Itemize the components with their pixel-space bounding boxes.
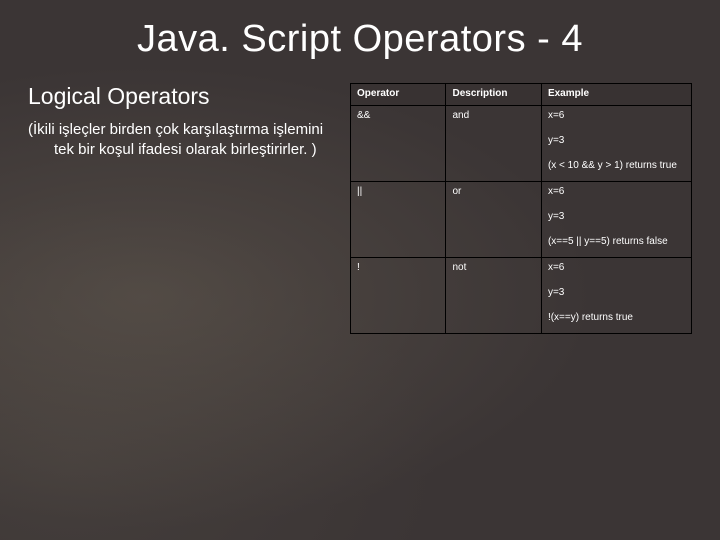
cell-description: or [446,182,541,258]
header-operator: Operator [351,84,446,106]
content-columns: Logical Operators (İkili işleçler birden… [28,79,692,334]
cell-example: x=6 y=3 (x < 10 && y > 1) returns true [541,106,691,182]
example-result: (x==5 || y==5) returns false [548,236,685,247]
table-row: || or x=6 y=3 (x==5 || y==5) returns fal… [351,182,692,258]
cell-description: not [446,258,541,334]
cell-operator: && [351,106,446,182]
example-line: y=3 [548,135,685,146]
cell-description: and [446,106,541,182]
example-line: x=6 [548,186,685,197]
header-description: Description [446,84,541,106]
operators-table: Operator Description Example && and x=6 … [350,83,692,334]
cell-example: x=6 y=3 (x==5 || y==5) returns false [541,182,691,258]
example-line: y=3 [548,211,685,222]
right-column: Operator Description Example && and x=6 … [350,79,692,334]
example-line: x=6 [548,110,685,121]
left-column: Logical Operators (İkili işleçler birden… [28,79,338,161]
example-line: x=6 [548,262,685,273]
example-result: (x < 10 && y > 1) returns true [548,160,685,171]
table-row: ! not x=6 y=3 !(x==y) returns true [351,258,692,334]
example-result: !(x==y) returns true [548,312,685,323]
slide: Java. Script Operators - 4 Logical Opera… [0,0,720,540]
cell-example: x=6 y=3 !(x==y) returns true [541,258,691,334]
table-row: && and x=6 y=3 (x < 10 && y > 1) returns… [351,106,692,182]
description: (İkili işleçler birden çok karşılaştırma… [28,120,338,161]
table-header-row: Operator Description Example [351,84,692,106]
cell-operator: || [351,182,446,258]
slide-title: Java. Script Operators - 4 [28,18,692,61]
subheading: Logical Operators [28,83,338,110]
description-body: İkili işleçler birden çok karşılaştırma … [33,121,323,158]
cell-operator: ! [351,258,446,334]
header-example: Example [541,84,691,106]
example-line: y=3 [548,287,685,298]
